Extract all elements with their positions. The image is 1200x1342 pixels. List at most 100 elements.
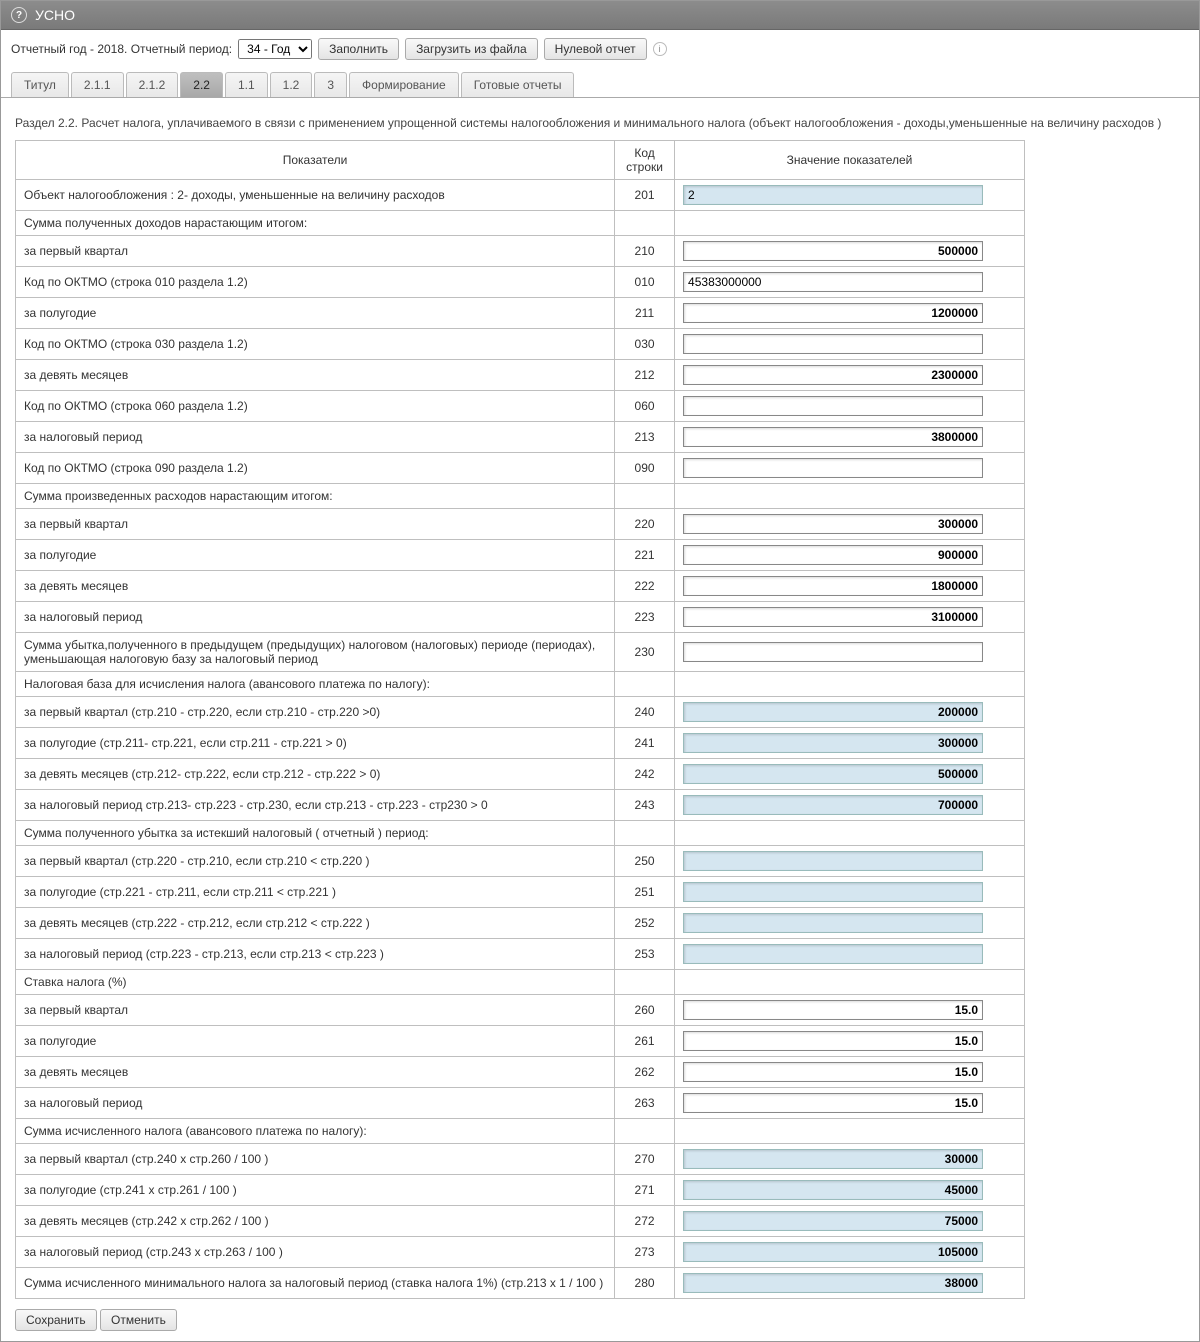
value-input-260[interactable] xyxy=(683,1000,983,1020)
fill-button[interactable]: Заполнить xyxy=(318,38,399,60)
row-label: за налоговый период стр.213- стр.223 - с… xyxy=(16,790,615,821)
row-code: 250 xyxy=(615,846,675,877)
tab-2-2[interactable]: 2.2 xyxy=(180,72,223,97)
help-icon[interactable]: ? xyxy=(11,7,27,23)
tab-1-2[interactable]: 1.2 xyxy=(270,72,313,97)
row-code: 251 xyxy=(615,877,675,908)
value-input-263[interactable] xyxy=(683,1093,983,1113)
value-input-210[interactable] xyxy=(683,241,983,261)
row-label: Сумма произведенных расходов нарастающим… xyxy=(16,484,615,509)
table-row: за девять месяцев (стр.242 x стр.262 / 1… xyxy=(16,1206,1025,1237)
value-input-213[interactable] xyxy=(683,427,983,447)
table-row: за налоговый период263 xyxy=(16,1088,1025,1119)
table-row: Код по ОКТМО (строка 010 раздела 1.2)010 xyxy=(16,267,1025,298)
table-row: за девять месяцев (стр.212- стр.222, есл… xyxy=(16,759,1025,790)
table-row: Сумма убытка,полученного в предыдущем (п… xyxy=(16,633,1025,672)
value-input-273 xyxy=(683,1242,983,1262)
cancel-button[interactable]: Отменить xyxy=(100,1309,177,1331)
table-row: за полугодие (стр.241 x стр.261 / 100 )2… xyxy=(16,1175,1025,1206)
col-code-header: Код строки xyxy=(615,141,675,180)
value-input-250 xyxy=(683,851,983,871)
row-value-cell xyxy=(675,509,1025,540)
zero-report-button[interactable]: Нулевой отчет xyxy=(544,38,647,60)
row-value-cell xyxy=(675,360,1025,391)
row-value-cell xyxy=(675,540,1025,571)
table-row: за полугодие (стр.221 - стр.211, если ст… xyxy=(16,877,1025,908)
data-table: Показатели Код строки Значение показател… xyxy=(15,140,1025,1299)
value-input-240 xyxy=(683,702,983,722)
titlebar: ? УСНО xyxy=(1,1,1199,30)
row-value-cell xyxy=(675,329,1025,360)
tab-1-1[interactable]: 1.1 xyxy=(225,72,268,97)
row-value-cell xyxy=(675,633,1025,672)
row-code: 030 xyxy=(615,329,675,360)
value-input-212[interactable] xyxy=(683,365,983,385)
row-label: Код по ОКТМО (строка 010 раздела 1.2) xyxy=(16,267,615,298)
value-input-220[interactable] xyxy=(683,514,983,534)
row-value-cell xyxy=(675,180,1025,211)
value-input-230[interactable] xyxy=(683,642,983,662)
tab-3[interactable]: 3 xyxy=(314,72,347,97)
tab--[interactable]: Готовые отчеты xyxy=(461,72,575,97)
table-row: за полугодие221 xyxy=(16,540,1025,571)
row-value-cell xyxy=(675,697,1025,728)
row-code: 212 xyxy=(615,360,675,391)
row-code xyxy=(615,821,675,846)
row-value-cell xyxy=(675,995,1025,1026)
tab-2-1-2[interactable]: 2.1.2 xyxy=(126,72,179,97)
value-input-272 xyxy=(683,1211,983,1231)
row-code: 273 xyxy=(615,1237,675,1268)
value-input-030[interactable] xyxy=(683,334,983,354)
row-code xyxy=(615,672,675,697)
table-row: Код по ОКТМО (строка 090 раздела 1.2)090 xyxy=(16,453,1025,484)
value-input-262[interactable] xyxy=(683,1062,983,1082)
row-value-cell xyxy=(675,877,1025,908)
row-value-cell xyxy=(675,453,1025,484)
row-label: за первый квартал xyxy=(16,236,615,267)
row-label: за девять месяцев (стр.222 - стр.212, ес… xyxy=(16,908,615,939)
row-label: Налоговая база для исчисления налога (ав… xyxy=(16,672,615,697)
table-row: за первый квартал220 xyxy=(16,509,1025,540)
info-icon[interactable]: i xyxy=(653,42,667,56)
row-label: Сумма исчисленного налога (авансового пл… xyxy=(16,1119,615,1144)
col-value-header: Значение показателей xyxy=(675,141,1025,180)
value-input-221[interactable] xyxy=(683,545,983,565)
row-label: Код по ОКТМО (строка 060 раздела 1.2) xyxy=(16,391,615,422)
save-button[interactable]: Сохранить xyxy=(15,1309,97,1331)
row-code: 213 xyxy=(615,422,675,453)
period-select[interactable]: 34 - Год xyxy=(238,39,312,59)
value-input-222[interactable] xyxy=(683,576,983,596)
row-code: 253 xyxy=(615,939,675,970)
value-input-252 xyxy=(683,913,983,933)
row-value-cell xyxy=(675,1237,1025,1268)
row-code xyxy=(615,970,675,995)
value-input-090[interactable] xyxy=(683,458,983,478)
value-input-280 xyxy=(683,1273,983,1293)
row-label: за полугодие xyxy=(16,540,615,571)
value-input-223[interactable] xyxy=(683,607,983,627)
row-value-cell xyxy=(675,1144,1025,1175)
table-row: за полугодие211 xyxy=(16,298,1025,329)
row-label: Ставка налога (%) xyxy=(16,970,615,995)
value-input-060[interactable] xyxy=(683,396,983,416)
value-input-271 xyxy=(683,1180,983,1200)
row-code xyxy=(615,1119,675,1144)
row-value-cell xyxy=(675,267,1025,298)
row-label: Объект налогообложения : 2- доходы, умен… xyxy=(16,180,615,211)
row-code: 270 xyxy=(615,1144,675,1175)
row-value-cell xyxy=(675,236,1025,267)
row-label: за полугодие xyxy=(16,1026,615,1057)
table-row: Сумма произведенных расходов нарастающим… xyxy=(16,484,1025,509)
value-input-211[interactable] xyxy=(683,303,983,323)
row-value-cell xyxy=(675,1268,1025,1299)
load-from-file-button[interactable]: Загрузить из файла xyxy=(405,38,538,60)
row-label: Сумма полученного убытка за истекший нал… xyxy=(16,821,615,846)
tab-2-1-1[interactable]: 2.1.1 xyxy=(71,72,124,97)
row-value-cell xyxy=(675,672,1025,697)
value-input-010[interactable] xyxy=(683,272,983,292)
tab--[interactable]: Титул xyxy=(11,72,69,97)
row-label: за первый квартал xyxy=(16,509,615,540)
value-input-261[interactable] xyxy=(683,1031,983,1051)
tab--[interactable]: Формирование xyxy=(349,72,459,97)
row-value-cell xyxy=(675,1119,1025,1144)
